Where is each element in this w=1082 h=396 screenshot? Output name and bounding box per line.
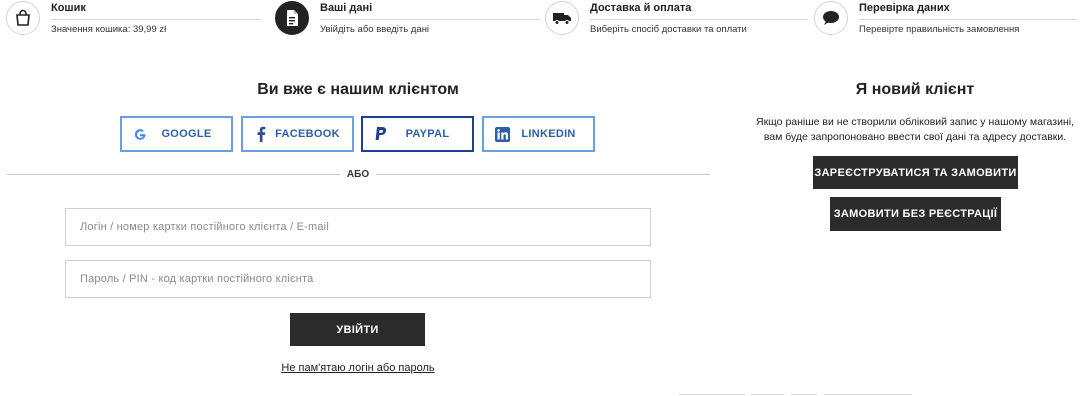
new-client-heading: Я новий клієнт — [855, 81, 975, 98]
login-heading: Ви вже є нашим клієнтом — [257, 81, 459, 98]
step-subtitle: Значення кошика: 39,99 zł — [51, 24, 167, 35]
linkedin-login-button[interactable]: LINKEDIN — [482, 116, 595, 152]
login-submit-button[interactable]: УВІЙТИ — [290, 313, 425, 346]
step-title: Перевірка даних — [859, 2, 950, 14]
step-title: Ваші дані — [320, 2, 373, 14]
password-input[interactable] — [65, 260, 651, 298]
description-line-2: вам буде запропоновано ввести свої дані … — [763, 131, 1067, 143]
step-line — [51, 19, 261, 20]
divider-line-left — [7, 174, 340, 175]
step-subtitle: Виберіть спосіб доставки та оплати — [590, 24, 747, 35]
google-login-button[interactable]: GOOGLE — [120, 116, 233, 152]
shopping-bag-icon — [6, 1, 40, 35]
register-and-order-button[interactable]: ЗАРЕЄСТРУВАТИСЯ ТА ЗАМОВИТИ — [813, 156, 1018, 189]
or-divider: АБО — [340, 169, 376, 180]
facebook-login-button[interactable]: FACEBOOK — [241, 116, 354, 152]
facebook-label: FACEBOOK — [275, 128, 340, 140]
checkout-steps: Кошик Значення кошика: 39,99 zł Ваші дан… — [0, 0, 1082, 40]
document-icon — [275, 1, 309, 35]
google-label: GOOGLE — [161, 128, 212, 140]
divider-line-right — [376, 174, 710, 175]
description-line-1: Якщо раніше ви не створили обліковий зап… — [755, 116, 1074, 128]
speech-bubble-icon — [814, 1, 848, 35]
login-input[interactable] — [65, 208, 651, 246]
new-client-description: Якщо раніше ви не створили обліковий зап… — [745, 115, 1082, 145]
paypal-label: PAYPAL — [405, 128, 450, 140]
step-line — [859, 19, 1077, 20]
forgot-password-link-wrapper: Не пам'ятаю логін або пароль — [0, 362, 716, 374]
step-subtitle: Перевірте правильність замовлення — [859, 24, 1020, 35]
step-line — [590, 19, 808, 20]
truck-icon — [545, 1, 579, 35]
linkedin-label: LINKEDIN — [521, 128, 576, 140]
order-without-registration-button[interactable]: ЗАМОВИТИ БЕЗ РЕЄСТРАЦІЇ — [830, 197, 1001, 231]
step-title: Доставка й оплата — [590, 2, 692, 14]
step-line — [320, 19, 540, 20]
paypal-login-button[interactable]: PAYPAL — [361, 116, 474, 152]
step-title: Кошик — [51, 2, 86, 14]
forgot-password-link[interactable]: Не пам'ятаю логін або пароль — [281, 362, 434, 374]
step-subtitle: Увійдіть або введіть дані — [320, 24, 430, 35]
